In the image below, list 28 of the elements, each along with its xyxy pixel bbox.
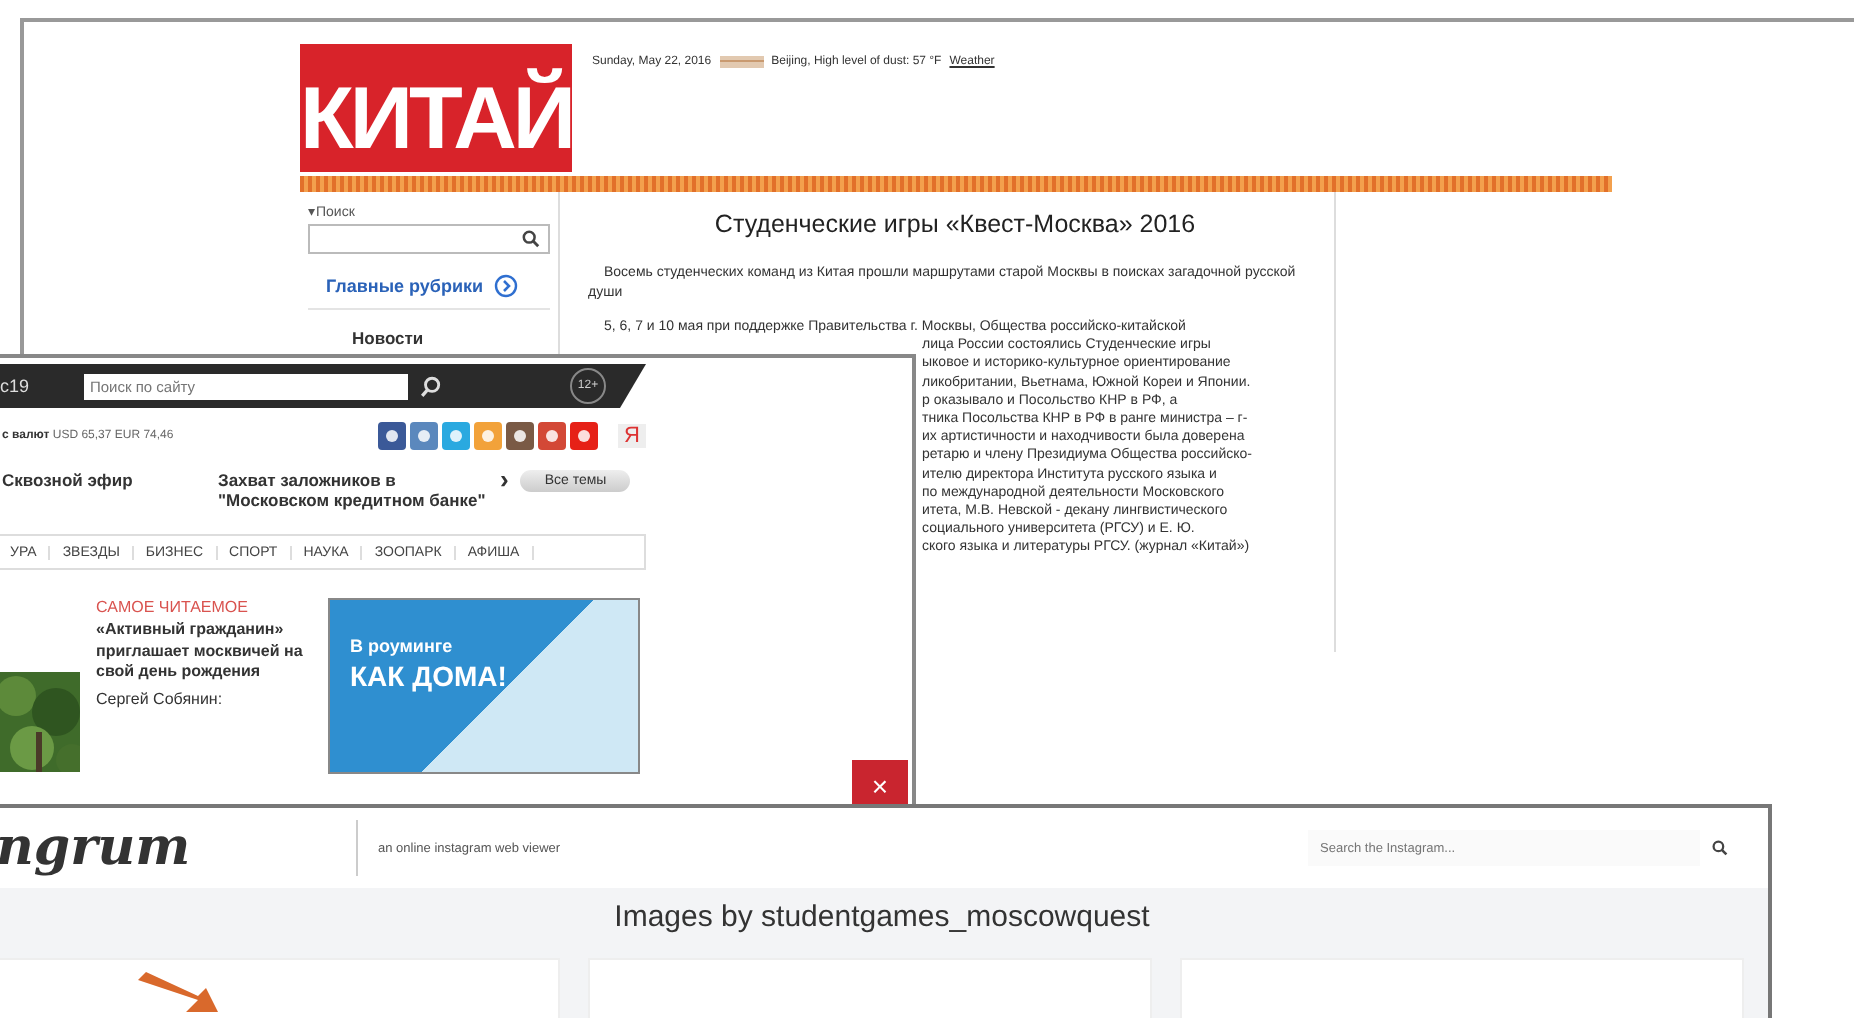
search-field[interactable]: [308, 224, 550, 254]
story-author: Сергей Собянин:: [96, 689, 225, 707]
social-icon[interactable]: [506, 422, 535, 450]
logo[interactable]: КИТАЙ: [300, 44, 572, 172]
social-icon[interactable]: [538, 422, 567, 450]
section-heading: САМОЕ ЧИТАЕМОЕ: [96, 598, 250, 616]
ad-banner[interactable]: В роуминге КАК ДОМА!: [328, 598, 640, 774]
image-card[interactable]: [0, 958, 560, 1018]
headline-link[interactable]: Захват заложников в "Московском кредитном банке": [218, 470, 488, 510]
section-heading: Главные рубрики: [326, 276, 484, 296]
story-link[interactable]: «Активный гражданин» приглашает москвичей на свой день рождения: [96, 620, 312, 683]
ad-headline: КАК ДОМА!: [350, 660, 509, 692]
chevron-circle-icon[interactable]: [493, 274, 518, 298]
social-icon[interactable]: [570, 422, 599, 450]
live-link[interactable]: Сквозной эфир: [2, 470, 218, 490]
page-title: Images by studentgames_moscowquest: [614, 900, 1150, 934]
search-icon[interactable]: [1712, 840, 1728, 856]
site-logo[interactable]: с19: [0, 376, 72, 396]
ad-text: В роуминге: [350, 636, 455, 656]
next-arrow[interactable]: ›: [500, 470, 509, 490]
yandex-link[interactable]: Я: [618, 424, 646, 448]
weather-icon: [719, 54, 764, 70]
search-icon[interactable]: [420, 375, 442, 397]
social-icon[interactable]: [410, 422, 439, 450]
search-icon[interactable]: [522, 230, 540, 248]
sidebar-item[interactable]: Новости: [308, 308, 550, 348]
article-title: Студенческие игры «Квест-Москва» 2016: [712, 210, 1198, 238]
social-icon[interactable]: [378, 422, 407, 450]
